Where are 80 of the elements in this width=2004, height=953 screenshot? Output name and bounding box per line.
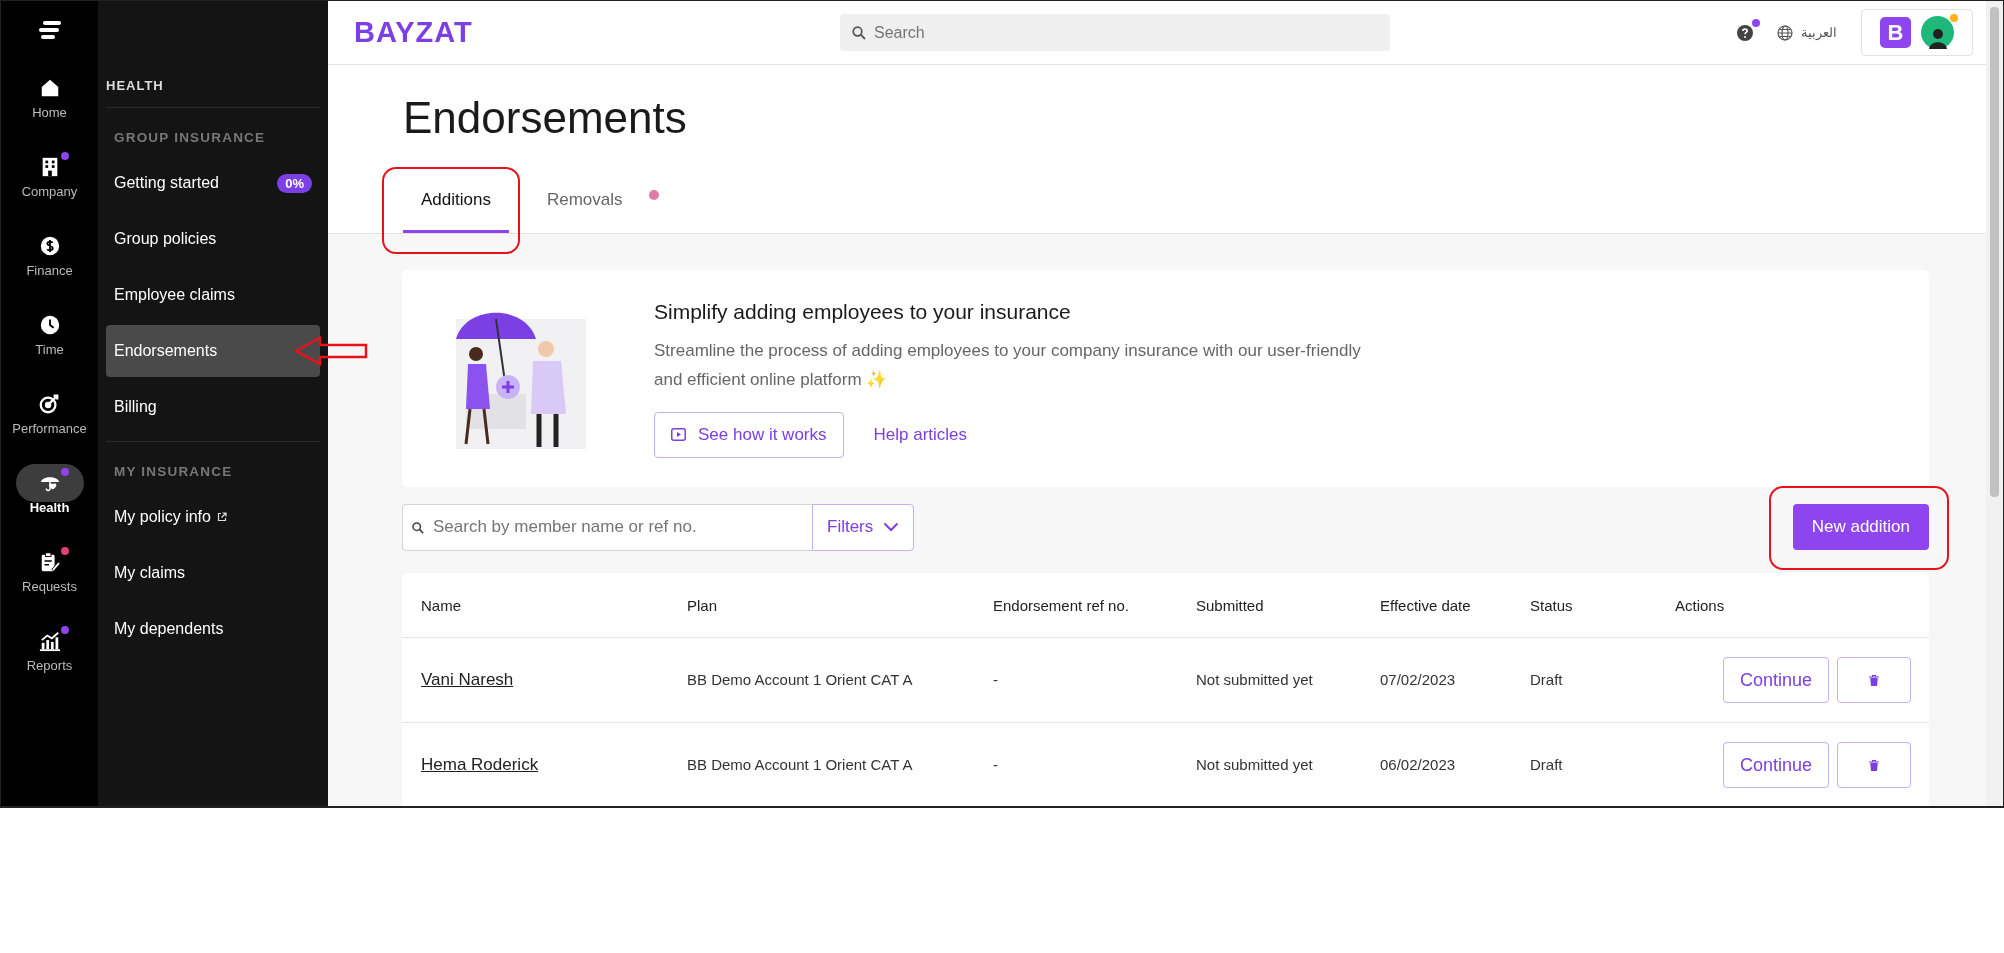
menu-item[interactable]: My policy info — [106, 491, 320, 543]
table-cell: BB Demo Account 1 Orient CAT A — [687, 756, 913, 773]
menu-item[interactable]: My dependents — [106, 603, 320, 655]
trash-icon — [1869, 759, 1879, 771]
banner-description: Streamline the process of adding employees to your company insurance with our user-friendly and efficient online platform ✨ — [654, 339, 1362, 391]
menu-item[interactable]: Employee claims — [106, 269, 320, 321]
banner-title: Simplify adding employees to your insurance — [654, 299, 1072, 324]
search-icon — [412, 521, 424, 534]
menu-item[interactable]: Getting started 0% — [106, 157, 320, 209]
play-icon — [671, 428, 686, 441]
column-header: Plan — [687, 596, 719, 614]
see-how-it-works-button[interactable]: See how it works — [654, 411, 844, 458]
menu-item[interactable]: Endorsements — [106, 325, 320, 377]
menu-item-label: Getting started — [114, 174, 219, 192]
nav-label: Company — [21, 184, 78, 199]
logo[interactable]: BAYZAT — [354, 16, 840, 49]
column-header: Actions — [1675, 596, 1726, 614]
table-cell: 07/02/2023 — [1380, 671, 1456, 688]
menu-item[interactable]: Billing — [106, 381, 320, 433]
nav-label: Performance — [12, 421, 87, 436]
bar-chart-icon — [38, 630, 61, 652]
column-header: Endorsement ref no. — [993, 596, 1130, 614]
language-link[interactable]: العربية — [1777, 24, 1837, 41]
table-cell: Not submitted yet — [1196, 671, 1313, 688]
menu-item-label: Endorsements — [114, 342, 218, 360]
menu-icon — [38, 21, 61, 39]
company-logo: B — [1880, 17, 1911, 48]
target-icon — [38, 393, 61, 415]
tab[interactable]: Removals — [528, 190, 641, 233]
menu-item-label: Group policies — [114, 230, 217, 248]
table-cell: Not submitted yet — [1196, 756, 1313, 773]
menu-item-label: My dependents — [114, 620, 224, 638]
help-button[interactable] — [1737, 24, 1753, 41]
nav-label: Finance — [26, 263, 73, 278]
account-switcher[interactable]: B — [1861, 9, 1973, 56]
help-icon — [1737, 24, 1753, 41]
trash-icon — [1869, 674, 1879, 686]
search-field[interactable]: Search — [840, 14, 1390, 51]
table-cell: Draft — [1530, 756, 1563, 773]
progress-badge: 0% — [277, 173, 312, 193]
dollar-icon — [38, 235, 61, 257]
menu-item[interactable]: Group policies — [106, 213, 320, 265]
nav-label: Requests — [22, 579, 77, 594]
table-cell: BB Demo Account 1 Orient CAT A — [687, 671, 913, 688]
menu-item-label: My policy info — [114, 508, 211, 526]
table-cell: Draft — [1530, 671, 1563, 688]
nav-label: Home — [32, 105, 67, 120]
clock-icon — [38, 314, 61, 336]
nav-label: Reports — [26, 658, 73, 673]
chevron-down-icon — [883, 522, 900, 532]
menu-item-label: Employee claims — [114, 286, 235, 304]
menu-item[interactable]: My claims — [106, 547, 320, 599]
column-header: Submitted — [1196, 596, 1265, 614]
page-title: Endorsements — [403, 93, 688, 143]
table-cell: 06/02/2023 — [1380, 756, 1456, 773]
nav-label: Time — [35, 342, 64, 357]
column-header: Effective date — [1380, 596, 1472, 614]
nav-rail-button[interactable] — [15, 464, 84, 502]
column-header: Name — [421, 596, 462, 614]
search-icon — [852, 26, 866, 40]
table-cell: - — [993, 671, 998, 688]
group-heading: GROUP INSURANCE — [113, 130, 267, 147]
member-name-link[interactable]: Hema Roderick — [421, 755, 539, 774]
column-header: Status — [1530, 596, 1574, 614]
continue-button[interactable]: Continue — [1722, 657, 1829, 703]
table-cell: - — [993, 756, 998, 773]
search-field[interactable]: Search by member name or ref no. — [402, 503, 812, 551]
menu-item-label: My claims — [114, 564, 186, 582]
section-title: HEALTH — [106, 1, 320, 108]
group-heading: MY INSURANCE — [113, 464, 234, 481]
scrollbar[interactable] — [1986, 1, 2003, 806]
member-name-link[interactable]: Vani Naresh — [421, 670, 514, 689]
tab[interactable]: Additions — [403, 190, 509, 233]
globe-icon — [1777, 24, 1793, 41]
continue-button[interactable]: Continue — [1722, 742, 1829, 788]
help-articles-link[interactable]: Help articles — [873, 424, 968, 445]
new-addition-button[interactable]: New addition — [1792, 504, 1929, 550]
filters-button[interactable]: Filters — [812, 503, 915, 551]
menu-item-label: Billing — [114, 398, 157, 416]
nav-label: Health — [29, 500, 70, 515]
